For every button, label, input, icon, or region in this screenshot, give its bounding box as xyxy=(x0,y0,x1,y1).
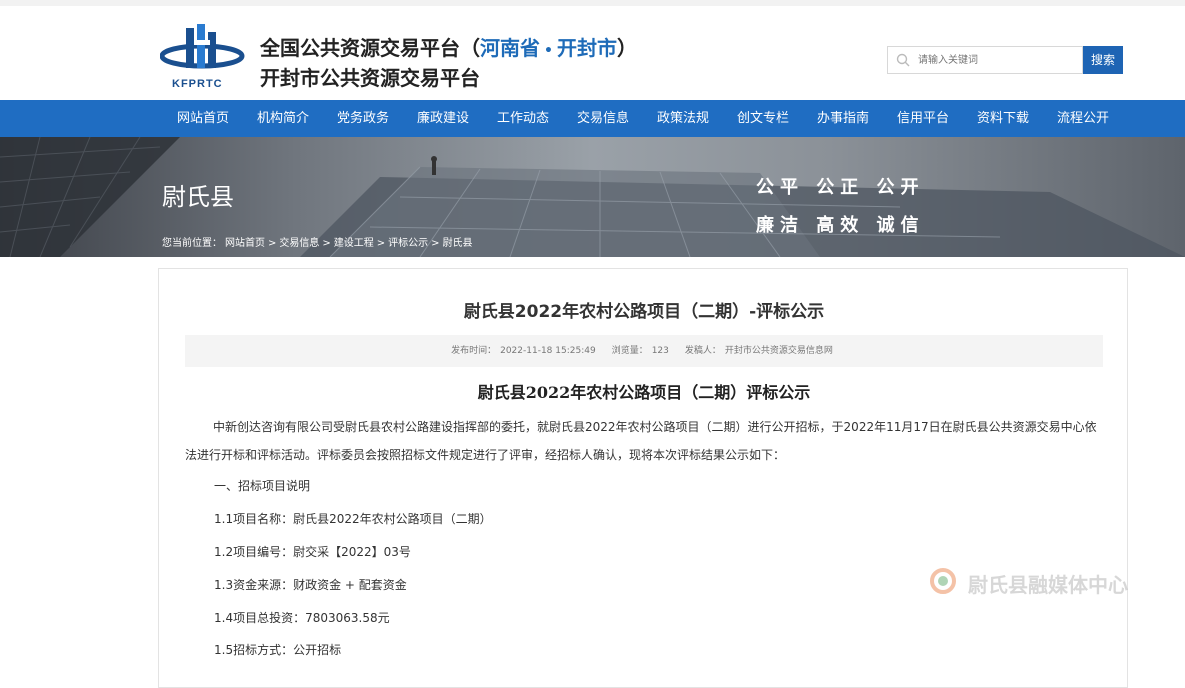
site-title: 全国公共资源交易平台（河南省 • 开封市） xyxy=(260,32,637,61)
breadcrumb-bid-notice[interactable]: 评标公示 xyxy=(388,238,428,249)
search-icon xyxy=(896,53,910,67)
views-label: 浏览量： xyxy=(611,346,648,356)
nav-item-guide[interactable]: 办事指南 xyxy=(817,100,869,137)
logo-emblem-icon xyxy=(160,24,245,69)
media-center-logo-icon xyxy=(930,568,956,594)
page-banner: 尉氏县 公平 公正 公开 廉洁 高效 诚信 您当前位置： 网站首页 > 交易信息 > 建设… xyxy=(0,137,1185,257)
nav-item-integrity[interactable]: 廉政建设 xyxy=(417,100,469,137)
breadcrumb-current[interactable]: 尉氏县 xyxy=(443,238,473,249)
total-investment: 1.4项目总投资：7803063.58元 xyxy=(214,611,390,625)
author-label: 发稿人： xyxy=(684,346,721,356)
site-logo[interactable]: KFPRTC xyxy=(160,22,250,94)
nav-item-party[interactable]: 党务政务 xyxy=(337,100,389,137)
nav-item-news[interactable]: 工作动态 xyxy=(497,100,549,137)
document-title: 尉氏县2022年农村公路项目（二期）评标公示 xyxy=(477,383,811,402)
logo-text: KFPRTC xyxy=(172,78,223,90)
breadcrumb-sep: > xyxy=(431,238,440,249)
banner-slogan-1: 公平 公正 公开 xyxy=(756,177,925,198)
breadcrumb-sep: > xyxy=(268,238,277,249)
breadcrumb-sep: > xyxy=(376,238,386,249)
breadcrumb-trade-info[interactable]: 交易信息 xyxy=(279,238,319,249)
tender-method: 1.5招标方式：公开招标 xyxy=(214,643,342,657)
nav-item-civic[interactable]: 创文专栏 xyxy=(737,100,789,137)
breadcrumb-home[interactable]: 网站首页 xyxy=(225,238,265,249)
publish-time: 2022-11-18 15:25:49 xyxy=(500,346,596,356)
breadcrumb-construction[interactable]: 建设工程 xyxy=(334,238,374,249)
article-title: 尉氏县2022年农村公路项目（二期）-评标公示 xyxy=(463,302,825,322)
nav-item-downloads[interactable]: 资料下载 xyxy=(977,100,1029,137)
author-name: 开封市公共资源交易信息网 xyxy=(724,346,833,356)
nav-item-trade-info[interactable]: 交易信息 xyxy=(577,100,629,137)
nav-item-home[interactable]: 网站首页 xyxy=(177,100,229,137)
publish-label: 发布时间： xyxy=(451,346,497,356)
title-suffix: ） xyxy=(616,36,637,60)
project-number: 1.2项目编号：尉交采【2022】03号 xyxy=(214,545,411,559)
banner-title: 尉氏县 xyxy=(162,183,234,211)
title-city: 开封市 xyxy=(556,36,617,60)
nav-item-process[interactable]: 流程公开 xyxy=(1057,100,1109,137)
project-name: 1.1项目名称：尉氏县2022年农村公路项目（二期） xyxy=(214,512,492,526)
site-header: KFPRTC 全国公共资源交易平台（河南省•开封市） 开封市公共资源交易平台 搜… xyxy=(0,0,1185,100)
title-province: 河南省 xyxy=(480,36,540,60)
search-input[interactable] xyxy=(918,49,1078,71)
nav-item-about[interactable]: 机构简介 xyxy=(257,100,309,137)
breadcrumb-sep: > xyxy=(322,238,331,249)
views-count: 123 xyxy=(651,346,669,356)
banner-slogan-2: 廉洁 高效 诚信 xyxy=(756,215,925,236)
title-prefix: 全国公共资源交易平台（ xyxy=(260,36,480,60)
funding-source: 1.3资金来源：财政资金 + 配套资金 xyxy=(214,578,407,592)
article-panel: 尉氏县2022年农村公路项目（二期）-评标公示 发布时间： 2022-11-18 … xyxy=(158,268,1128,688)
watermark-text: 尉氏县融媒体中心 xyxy=(968,573,1128,597)
nav-item-policy[interactable]: 政策法规 xyxy=(657,100,709,137)
section-heading: 一、招标项目说明 xyxy=(214,479,311,493)
site-subtitle: 开封市公共资源交易平台 xyxy=(260,66,480,90)
title-dot: • xyxy=(544,43,553,59)
nav-item-credit[interactable]: 信用平台 xyxy=(897,100,949,137)
main-nav: 网站首页 机构简介 党务政务 廉政建设 工作动态 交易信息 政策法规 创文专栏 … xyxy=(0,100,1185,137)
breadcrumb-label: 您当前位置： xyxy=(162,238,222,249)
breadcrumb: 您当前位置： 网站首页 > 交易信息 > 建设工程 > 评标公示 > 尉氏县 xyxy=(162,234,476,249)
search-box xyxy=(887,46,1083,74)
intro-paragraph: 中新创达咨询有限公司受尉氏县农村公路建设指挥部的委托，就尉氏县2022年农村公路… xyxy=(185,420,1097,462)
search-button[interactable]: 搜索 xyxy=(1083,46,1123,74)
article-meta: 发布时间： 2022-11-18 15:25:49 浏览量： 123 发稿人： 开封市公共… xyxy=(185,335,1103,367)
